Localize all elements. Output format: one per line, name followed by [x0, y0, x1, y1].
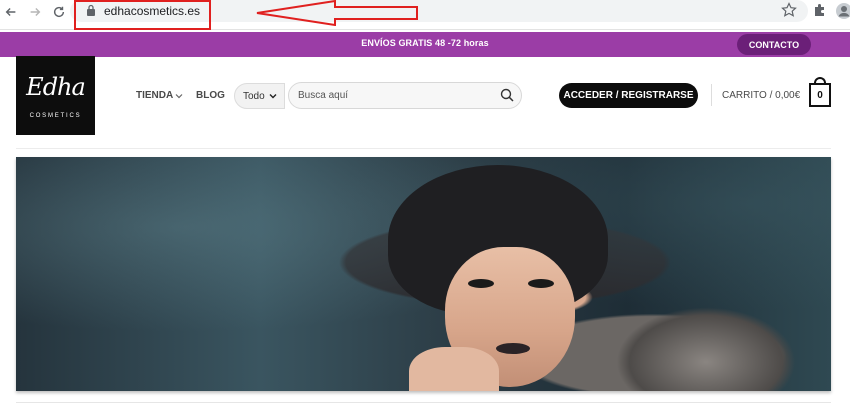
nav-item-tienda[interactable]: TIENDA — [136, 90, 183, 101]
category-select-value: Todo — [243, 90, 265, 102]
extensions-puzzle-icon[interactable] — [812, 2, 828, 18]
bookmark-star-icon[interactable] — [781, 2, 797, 18]
cart-count-badge[interactable]: 0 — [809, 83, 831, 107]
annotation-arrow — [256, 0, 418, 26]
header-divider-line — [16, 148, 831, 149]
nav-tienda-label: TIENDA — [136, 90, 174, 101]
reload-icon[interactable] — [50, 3, 68, 21]
nav-item-blog[interactable]: BLOG — [196, 90, 225, 101]
contact-button[interactable]: CONTACTO — [737, 34, 811, 55]
login-register-button[interactable]: ACCEDER / REGISTRARSE — [559, 83, 698, 108]
logo-subtitle: COSMETICS — [29, 113, 82, 119]
promo-text: ENVÍOS GRATIS 48 -72 horas — [361, 38, 489, 48]
category-select[interactable]: Todo — [234, 83, 285, 109]
search-icon[interactable] — [500, 88, 514, 102]
profile-avatar-icon[interactable] — [835, 2, 850, 20]
promo-bar: ENVÍOS GRATIS 48 -72 horas — [0, 32, 850, 57]
search-input[interactable] — [288, 82, 522, 109]
logo-script: Edha — [26, 73, 86, 101]
back-arrow-icon[interactable] — [2, 3, 20, 21]
cart-link[interactable]: CARRITO / 0,00€ — [722, 90, 800, 101]
hero-banner[interactable] — [16, 157, 831, 391]
chevron-down-icon — [175, 93, 183, 98]
chevron-down-icon — [269, 94, 277, 99]
content-divider — [16, 402, 831, 403]
site-logo[interactable]: Edha COSMETICS — [16, 56, 95, 135]
url-highlight-box — [74, 0, 211, 30]
forward-arrow-icon[interactable] — [26, 3, 44, 21]
header-divider — [711, 84, 712, 106]
